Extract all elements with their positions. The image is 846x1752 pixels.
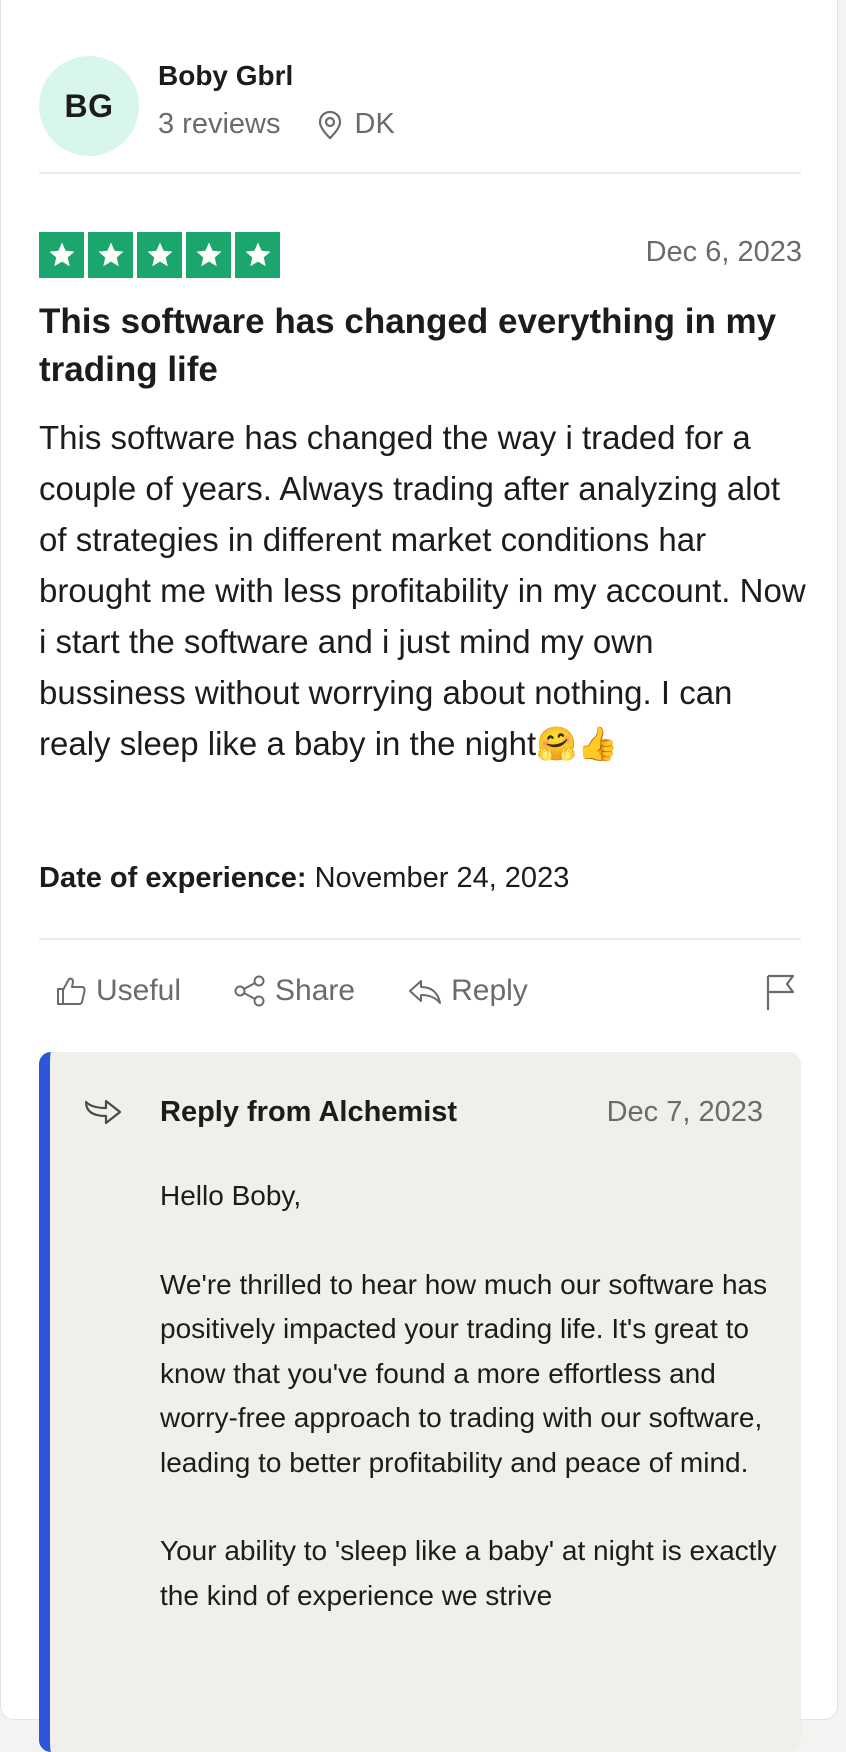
avatar[interactable]: BG [39, 56, 139, 156]
star-icon [235, 232, 280, 278]
thumbs-up-icon [57, 977, 86, 1005]
location-pin-icon [318, 110, 341, 139]
reply-arrow-icon [84, 1099, 122, 1125]
reviewer-name[interactable]: Boby Gbrl [158, 60, 293, 92]
reply-date: Dec 7, 2023 [606, 1096, 763, 1128]
review-title[interactable]: This software has changed everything in … [39, 298, 801, 394]
reply-button[interactable]: Reply [407, 974, 528, 1008]
experience-label: Date of experience: [39, 862, 307, 894]
reply-text: Hello Boby, We're thrilled to hear how m… [160, 1174, 780, 1662]
reply-icon [407, 980, 442, 1004]
star-icon [88, 232, 133, 278]
report-flag-button[interactable] [763, 972, 797, 1020]
actions-divider [39, 938, 801, 940]
star-rating [39, 232, 284, 278]
reviewer-location: DK [317, 108, 395, 141]
review-date: Dec 6, 2023 [645, 236, 802, 268]
reviewer-meta: 3 reviews DK [158, 108, 395, 141]
star-icon [39, 232, 84, 278]
star-icon [186, 232, 231, 278]
reply-paragraph-1: We're thrilled to hear how much our soft… [160, 1268, 768, 1478]
useful-button[interactable]: Useful [54, 974, 181, 1008]
experience-date: November 24, 2023 [314, 862, 570, 894]
reply-paragraph-2: Your ability to 'sleep like a baby' at n… [160, 1535, 777, 1611]
location-label: DK [354, 108, 395, 140]
star-icon [137, 232, 182, 278]
useful-label: Useful [96, 974, 182, 1007]
reply-label: Reply [451, 974, 528, 1007]
review-body: This software has changed the way i trad… [39, 419, 806, 762]
header-divider [39, 172, 801, 174]
share-label: Share [275, 974, 356, 1007]
review-count: 3 reviews [158, 108, 281, 140]
date-of-experience: Date of experience: November 24, 2023 [39, 862, 569, 895]
company-reply: Reply from Alchemist Dec 7, 2023 Hello B… [39, 1052, 801, 1752]
flag-icon [766, 974, 795, 1010]
reply-greeting: Hello Boby, [160, 1180, 302, 1211]
avatar-initials: BG [64, 87, 114, 124]
share-button[interactable]: Share [233, 974, 355, 1008]
reply-from: Reply from Alchemist [160, 1096, 458, 1128]
share-icon [234, 975, 265, 1007]
review-actions: Useful Share Reply [54, 974, 801, 1010]
